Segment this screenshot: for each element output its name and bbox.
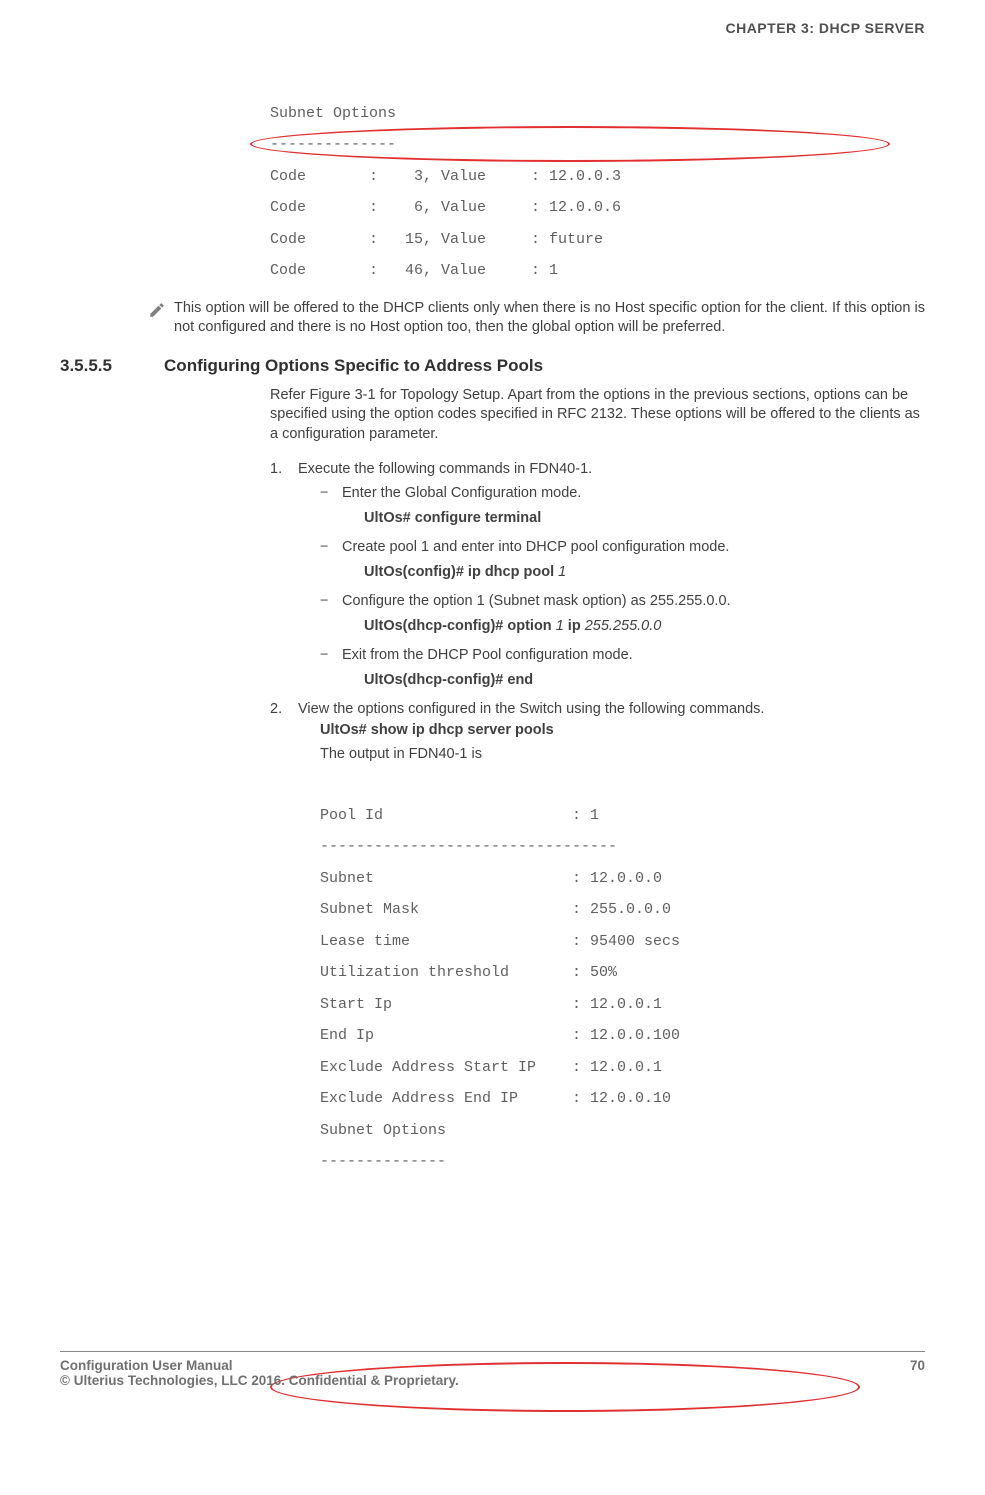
code-line: End Ip : 12.0.0.100 [320,1027,680,1044]
section-intro: Refer Figure 3-1 for Topology Setup. Apa… [270,386,925,445]
command: UltOs(dhcp-config)# end [364,672,533,688]
page: CHAPTER 3: DHCP SERVER Subnet Options --… [0,0,985,1420]
note: This option will be offered to the DHCP … [148,299,925,338]
code-line: Code : 3, Value : 12.0.0.3 [270,168,621,185]
code-line: Subnet Options [320,1122,446,1139]
chapter-header: CHAPTER 3: DHCP SERVER [60,20,925,36]
code-block-1-wrap: Subnet Options -------------- Code : 3, … [270,66,925,287]
substeps: Enter the Global Configuration mode. Ult… [298,483,925,691]
section-heading: 3.5.5.5 Configuring Options Specific to … [60,356,925,376]
page-number: 70 [910,1358,925,1373]
code-line: -------------- [270,136,396,153]
section-number: 3.5.5.5 [60,356,160,376]
footer: Configuration User Manual 70 © Ulterius … [60,1351,925,1388]
substep-text: Enter the Global Configuration mode. [342,485,581,501]
section-title: Configuring Options Specific to Address … [164,356,543,375]
code-line: Subnet Mask : 255.0.0.0 [320,901,671,918]
code-line: Code : 6, Value : 12.0.0.6 [270,199,621,216]
substep-text: Create pool 1 and enter into DHCP pool c… [342,539,729,555]
code-line: Exclude Address Start IP : 12.0.0.1 [320,1059,662,1076]
step-1: Execute the following commands in FDN40-… [270,459,925,691]
step-2: View the options configured in the Switc… [270,699,925,1177]
command: UltOs(config)# ip dhcp pool [364,564,558,580]
substep: Create pool 1 and enter into DHCP pool c… [320,537,925,583]
code-line: Lease time : 95400 secs [320,933,680,950]
footer-copyright: © Ulterius Technologies, LLC 2016. Confi… [60,1373,459,1388]
command: UltOs(dhcp-config)# option [364,618,556,634]
code-line: Exclude Address End IP : 12.0.0.10 [320,1090,671,1107]
code-line: Subnet : 12.0.0.0 [320,870,662,887]
code-line: --------------------------------- [320,838,617,855]
code-line: Start Ip : 12.0.0.1 [320,996,662,1013]
code-line: Utilization threshold : 50% [320,964,617,981]
command: ip [564,618,585,634]
step-text: Execute the following commands in FDN40-… [298,461,592,477]
command: UltOs# configure terminal [364,510,541,526]
command-arg: 255.255.0.0 [585,618,662,634]
step-list: Execute the following commands in FDN40-… [270,459,925,1178]
code-block-1: Subnet Options -------------- Code : 3, … [270,66,925,287]
code-line: Subnet Options [270,105,396,122]
code-line: Code : 46, Value : 1 [270,262,558,279]
code-line: Code : 15, Value : future [270,231,603,248]
substep: Exit from the DHCP Pool configuration mo… [320,645,925,691]
substep: Enter the Global Configuration mode. Ult… [320,483,925,529]
command: UltOs# show ip dhcp server pools [320,722,554,738]
output-intro: The output in FDN40-1 is [320,744,925,764]
substep-text: Exit from the DHCP Pool configuration mo… [342,647,633,663]
substep-text: Configure the option 1 (Subnet mask opti… [342,593,731,609]
step-text: View the options configured in the Switc… [298,701,764,717]
footer-title: Configuration User Manual [60,1358,233,1373]
code-block-2: Pool Id : 1 ----------------------------… [320,768,925,1178]
code-line: Pool Id : 1 [320,807,599,824]
pencil-icon [148,301,166,323]
note-text: This option will be offered to the DHCP … [174,299,925,338]
substep: Configure the option 1 (Subnet mask opti… [320,591,925,637]
command-arg: 1 [558,564,566,580]
code-line: -------------- [320,1153,446,1170]
command-arg: 1 [556,618,564,634]
